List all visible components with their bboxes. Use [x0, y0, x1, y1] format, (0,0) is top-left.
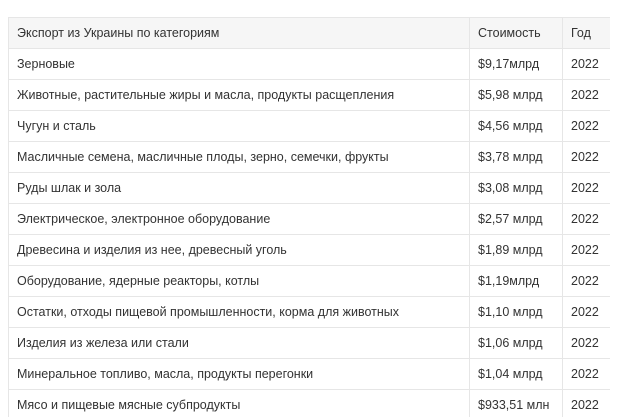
table-row: Изделия из железа или стали $1,06 млрд 2… — [8, 327, 610, 359]
table-container: Экспорт из Украины по категориям Стоимос… — [8, 17, 610, 417]
cell-value: $3,78 млрд — [469, 141, 563, 173]
cell-category: Остатки, отходы пищевой промышленности, … — [8, 296, 470, 328]
cell-year: 2022 — [562, 265, 610, 297]
table-row: Мясо и пищевые мясные субпродукты $933,5… — [8, 389, 610, 417]
cell-year: 2022 — [562, 234, 610, 266]
cell-category: Электрическое, электронное оборудование — [8, 203, 470, 235]
table-row: Чугун и сталь $4,56 млрд 2022 — [8, 110, 610, 142]
cell-year: 2022 — [562, 296, 610, 328]
cell-category: Изделия из железа или стали — [8, 327, 470, 359]
header-year: Год — [562, 17, 610, 49]
cell-value: $3,08 млрд — [469, 172, 563, 204]
cell-category: Животные, растительные жиры и масла, про… — [8, 79, 470, 111]
cell-value: $1,06 млрд — [469, 327, 563, 359]
header-category: Экспорт из Украины по категориям — [8, 17, 470, 49]
cell-value: $4,56 млрд — [469, 110, 563, 142]
table-row: Зерновые $9,17млрд 2022 — [8, 48, 610, 80]
cell-category: Зерновые — [8, 48, 470, 80]
table-row: Животные, растительные жиры и масла, про… — [8, 79, 610, 111]
cell-year: 2022 — [562, 110, 610, 142]
cell-value: $1,89 млрд — [469, 234, 563, 266]
table-row: Оборудование, ядерные реакторы, котлы $1… — [8, 265, 610, 297]
cell-category: Минеральное топливо, масла, продукты пер… — [8, 358, 470, 390]
cell-year: 2022 — [562, 389, 610, 417]
cell-year: 2022 — [562, 327, 610, 359]
cell-category: Руды шлак и зола — [8, 172, 470, 204]
table-row: Остатки, отходы пищевой промышленности, … — [8, 296, 610, 328]
header-value: Стоимость — [469, 17, 563, 49]
cell-year: 2022 — [562, 358, 610, 390]
cell-year: 2022 — [562, 141, 610, 173]
cell-value: $933,51 млн — [469, 389, 563, 417]
cell-year: 2022 — [562, 48, 610, 80]
cell-value: $2,57 млрд — [469, 203, 563, 235]
cell-value: $5,98 млрд — [469, 79, 563, 111]
cell-value: $1,10 млрд — [469, 296, 563, 328]
cell-year: 2022 — [562, 79, 610, 111]
cell-category: Чугун и сталь — [8, 110, 470, 142]
table-row: Масличные семена, масличные плоды, зерно… — [8, 141, 610, 173]
cell-year: 2022 — [562, 172, 610, 204]
table-header: Экспорт из Украины по категориям Стоимос… — [8, 17, 610, 49]
table-body: Зерновые $9,17млрд 2022 Животные, растит… — [8, 48, 610, 417]
header-row: Экспорт из Украины по категориям Стоимос… — [8, 17, 610, 49]
cell-year: 2022 — [562, 203, 610, 235]
cell-value: $1,19млрд — [469, 265, 563, 297]
cell-category: Оборудование, ядерные реакторы, котлы — [8, 265, 470, 297]
cell-category: Масличные семена, масличные плоды, зерно… — [8, 141, 470, 173]
cell-category: Мясо и пищевые мясные субпродукты — [8, 389, 470, 417]
cell-value: $9,17млрд — [469, 48, 563, 80]
table-row: Руды шлак и зола $3,08 млрд 2022 — [8, 172, 610, 204]
table-row: Электрическое, электронное оборудование … — [8, 203, 610, 235]
table-row: Древесина и изделия из нее, древесный уг… — [8, 234, 610, 266]
cell-value: $1,04 млрд — [469, 358, 563, 390]
table-row: Минеральное топливо, масла, продукты пер… — [8, 358, 610, 390]
export-table: Экспорт из Украины по категориям Стоимос… — [8, 17, 610, 417]
cell-category: Древесина и изделия из нее, древесный уг… — [8, 234, 470, 266]
